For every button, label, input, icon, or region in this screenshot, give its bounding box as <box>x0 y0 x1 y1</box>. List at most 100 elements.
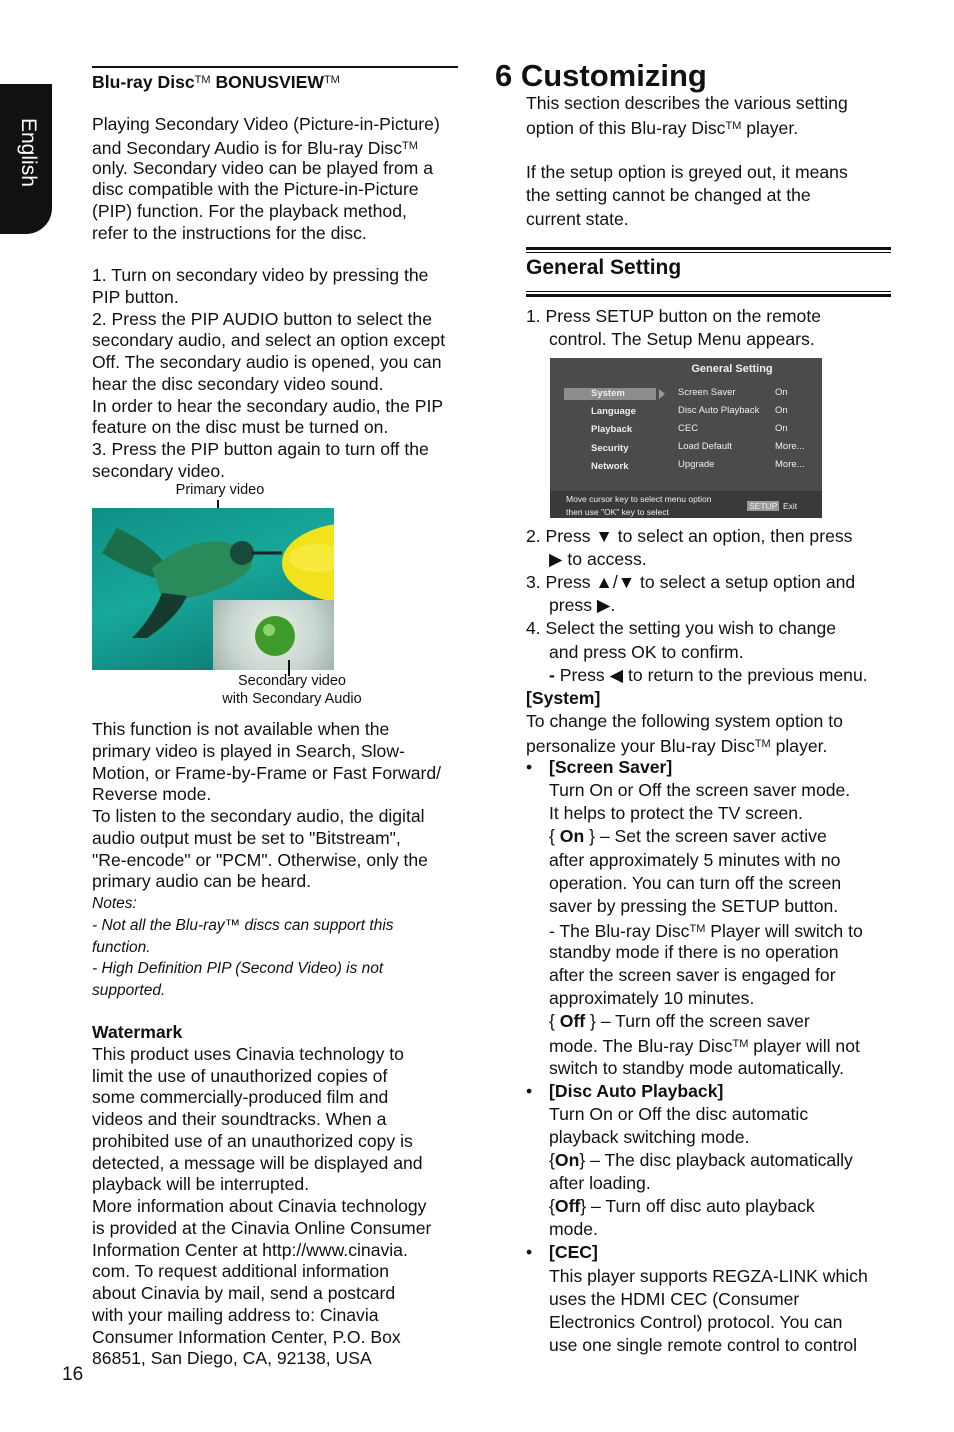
text-line: Notes: <box>92 895 137 912</box>
menu-option-value: On <box>775 387 788 398</box>
bullet-icon: • <box>526 1080 533 1101</box>
setup-instructions: 2. Press ▼ to select an option, then pre… <box>526 525 868 1357</box>
text-line: • [Disc Auto Playback] <box>526 1080 868 1103</box>
text-line: ▶ to access. <box>549 549 647 570</box>
text-segment: Press ◀ to return to the previous menu. <box>554 664 868 685</box>
text-line: after the screen saver is engaged for <box>549 965 836 986</box>
text-line: [System] <box>526 687 868 710</box>
pip-steps: 1. Turn on secondary video by pressing t… <box>92 265 445 483</box>
text-line: function. <box>92 938 151 956</box>
text-segment: player will not <box>748 1036 860 1057</box>
top-rule-left <box>92 66 458 68</box>
text-line: com. To request additional information <box>92 1261 389 1282</box>
exit-label: Exit <box>783 501 798 511</box>
menu-option-value: More... <box>775 441 805 452</box>
text-line: hear the disc secondary video sound. <box>92 373 384 394</box>
text-segment: option of this Blu-ray Disc <box>526 118 726 139</box>
text-line: after loading. <box>549 1173 651 1194</box>
text-line: - Press ◀ to return to the previous menu… <box>526 664 868 687</box>
text-line: after approximately 5 minutes with no <box>549 849 841 870</box>
text-segment: { <box>549 826 560 847</box>
text-line: (PIP) function. For the playback method, <box>92 201 407 221</box>
text-segment: } – Turn off the screen saver <box>585 1011 810 1032</box>
text-line: control. The Setup Menu appears. <box>549 329 815 350</box>
text-line: saver by pressing the SETUP button. <box>549 895 839 916</box>
menu-option-value: More... <box>775 459 805 470</box>
text-line: use one single remote control to control <box>549 1334 858 1355</box>
section-rule-top-thin <box>526 252 891 253</box>
text-segment: BONUSVIEW <box>210 72 324 92</box>
text-line: limit the use of unauthorized copies of <box>92 1065 388 1086</box>
text-line: { Off } – Turn off the screen saver <box>526 1010 868 1033</box>
text-line: primary audio can be heard. <box>92 871 312 892</box>
menu-option-value: On <box>775 423 788 434</box>
text-segment: [Screen Saver] <box>549 757 673 778</box>
text-line: 2. Press the PIP AUDIO button to select … <box>92 308 433 329</box>
text-line: supported. <box>92 982 166 999</box>
menu-category-language: Language <box>591 406 636 417</box>
text-line: press ▶. <box>549 595 616 616</box>
text-line: - High Definition PIP (Second Video) is … <box>92 960 384 978</box>
text-line: the setting cannot be changed at the <box>526 185 811 206</box>
text-line: videos and their soundtracks. When a <box>92 1109 387 1129</box>
text-segment: Off <box>559 1011 586 1032</box>
text-line: playback switching mode. <box>549 1126 750 1147</box>
text-segment: Player will switch to <box>705 920 863 941</box>
text-line: Reverse mode. <box>92 784 212 805</box>
text-line: disc compatible with the Picture-in-Pict… <box>92 179 419 200</box>
text-line: secondary video. <box>92 460 226 481</box>
text-segment: TM <box>732 1038 749 1051</box>
text-segment: TM <box>689 922 706 935</box>
text-line: 86851, San Diego, CA, 92138, USA <box>92 1348 372 1369</box>
text-segment: TM <box>323 74 340 86</box>
text-line: Watermark <box>92 1022 431 1044</box>
text-line: If the setup option is greyed out, it me… <box>526 162 848 183</box>
text-line: standby mode if there is no operation <box>549 941 839 962</box>
text-segment: TM <box>194 74 211 86</box>
bullet-icon: • <box>526 757 533 778</box>
text-line: is provided at the Cinavia Online Consum… <box>92 1217 432 1238</box>
text-line: This section describes the various setti… <box>526 93 848 113</box>
text-line: some commercially-produced film and <box>92 1087 389 1108</box>
chapter-intro: This section describes the various setti… <box>526 92 848 231</box>
menu-hint-1: Move cursor key to select menu option <box>566 494 712 504</box>
text-segment: On <box>559 826 585 847</box>
menu-option: Screen Saver <box>678 387 736 398</box>
text-segment: Off <box>554 1196 581 1217</box>
text-line: only. Secondary video can be played from… <box>92 157 433 178</box>
text-line: mode. The Blu-ray DiscTM player will not <box>526 1033 868 1056</box>
text-line: This product uses Cinavia technology to <box>92 1043 404 1064</box>
text-line: Electronics Control) protocol. You can <box>549 1311 843 1332</box>
menu-title: General Setting <box>691 363 773 375</box>
text-line: Turn On or Off the disc automatic <box>549 1103 809 1124</box>
step-1: 1. Press SETUP button on the remote contr… <box>526 305 821 351</box>
text-line: approximately 10 minutes. <box>549 988 755 1009</box>
text-segment: [Disc Auto Playback] <box>549 1080 724 1101</box>
bonusview-heading: Blu-ray DiscTM BONUSVIEWTM <box>92 70 340 92</box>
text-line: Information Center at http://www.cinavia… <box>92 1239 408 1260</box>
text-line: 2. Press ▼ to select an option, then pre… <box>526 526 853 546</box>
text-line: primary video is played in Search, Slow- <box>92 740 405 761</box>
text-line: 1. Press SETUP button on the remote <box>526 306 822 326</box>
text-segment: [CEC] <box>549 1242 598 1263</box>
menu-hint-2: then use "OK" key to select <box>566 507 669 517</box>
text-line: - The Blu-ray DiscTM Player will switch … <box>526 918 868 941</box>
text-line: 3. Press the PIP button again to turn of… <box>92 439 429 459</box>
text-line: detected, a message will be displayed an… <box>92 1152 423 1173</box>
text-segment: and Secondary Audio is for Blu-ray Disc <box>92 137 402 158</box>
text-line: {Off} – Turn off disc auto playback <box>526 1195 868 1218</box>
bullet-icon: • <box>526 1242 533 1263</box>
language-tab: English <box>0 84 52 234</box>
text-line: Playing Secondary Video (Picture-in-Pict… <box>92 114 440 134</box>
text-line: 4. Select the setting you wish to change <box>526 618 837 639</box>
text-line: 3. Press ▲/▼ to select a setup option an… <box>526 572 856 593</box>
language-tab-label: English <box>17 118 40 187</box>
setup-menu-screenshot: General Setting System Language Playback… <box>550 358 822 518</box>
section-heading: General Setting <box>526 256 682 279</box>
section-rule-bottom-thick <box>526 294 891 297</box>
text-line: - Not all the Blu-ray™ discs can support… <box>92 916 394 934</box>
text-segment: TM <box>402 139 418 152</box>
text-line: This player supports REGZA-LINK which <box>549 1265 868 1286</box>
text-line: switch to standby mode automatically. <box>549 1057 844 1078</box>
section-rule-top-thick <box>526 247 891 250</box>
